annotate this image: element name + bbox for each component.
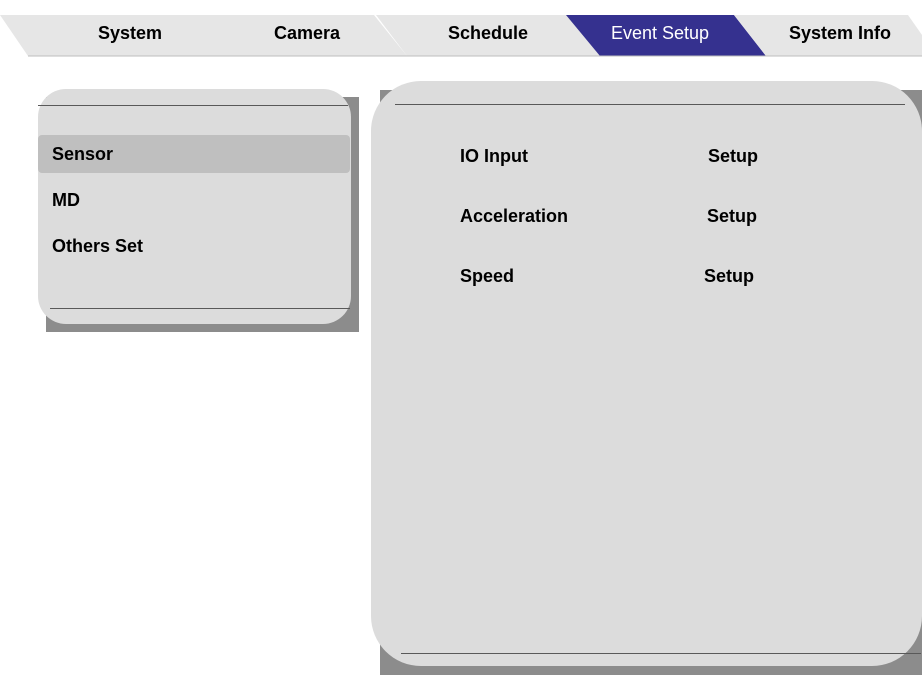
acceleration-label: Acceleration <box>460 206 569 226</box>
event-menu-top-divider <box>38 105 348 106</box>
tab-system-info[interactable]: System Info <box>770 22 910 44</box>
event-menu-panel-face: Sensor MD Others Set <box>38 89 351 324</box>
tab-event-setup[interactable]: Event Setup <box>590 22 730 44</box>
speed-label: Speed <box>460 266 515 286</box>
speed-setup-link[interactable]: Setup <box>704 265 754 287</box>
tab-schedule[interactable]: Schedule <box>418 22 558 44</box>
sensor-settings-panel-face: IO Input Setup Acceleration Setup Speed … <box>371 81 922 666</box>
tab-bar: System Camera Schedule Event Setup Syste… <box>0 0 922 60</box>
tab-camera[interactable]: Camera <box>237 22 377 44</box>
event-menu-bottom-divider <box>50 308 350 309</box>
menu-item-md[interactable]: MD <box>38 181 350 219</box>
sensor-settings-top-divider <box>395 104 905 105</box>
menu-item-others-set[interactable]: Others Set <box>38 227 350 265</box>
io-input-label: IO Input <box>460 146 528 166</box>
io-input-setup-link[interactable]: Setup <box>708 145 758 167</box>
sensor-settings-panel: IO Input Setup Acceleration Setup Speed … <box>371 81 922 675</box>
tab-system[interactable]: System <box>60 22 200 44</box>
menu-item-sensor[interactable]: Sensor <box>38 135 350 173</box>
event-menu-panel: Sensor MD Others Set <box>38 89 359 332</box>
acceleration-setup-link[interactable]: Setup <box>707 205 757 227</box>
sensor-settings-bottom-divider <box>401 653 921 654</box>
